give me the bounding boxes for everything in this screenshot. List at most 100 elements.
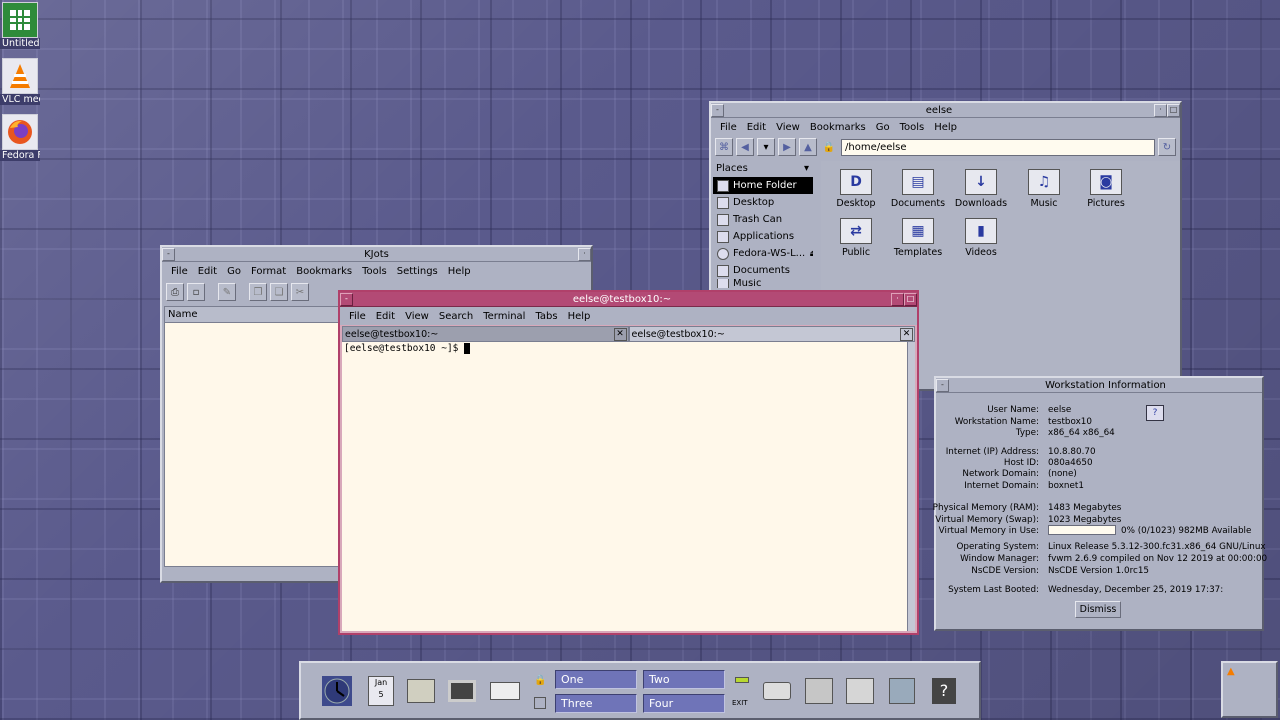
window-menu-button[interactable]: - xyxy=(340,292,353,306)
clock-icon[interactable] xyxy=(319,673,355,709)
terminal-scrollbar[interactable] xyxy=(907,342,915,631)
volume-widget[interactable]: ▲ xyxy=(1221,661,1278,718)
place-home-folder[interactable]: Home Folder xyxy=(713,177,813,194)
place-music[interactable]: Music xyxy=(713,279,813,288)
close-icon[interactable]: ✕ xyxy=(900,327,913,341)
maximize-button[interactable]: □ xyxy=(904,292,917,306)
menu-tabs[interactable]: Tabs xyxy=(530,311,562,322)
terminal-tab-2[interactable]: eelse@testbox10:~ ✕ xyxy=(628,326,915,342)
folder-desktop[interactable]: D Desktop xyxy=(825,169,887,209)
window-menu-button[interactable]: - xyxy=(936,378,949,392)
back-arrow-icon[interactable]: ◀ xyxy=(736,138,754,156)
menu-go[interactable]: Go xyxy=(222,266,246,277)
menu-view[interactable]: View xyxy=(400,311,434,322)
desktop-icon-firefox[interactable]: Fedora F xyxy=(0,114,40,161)
eject-icon[interactable]: ⏏ xyxy=(809,245,813,262)
minimize-button[interactable]: · xyxy=(578,247,591,261)
calendar-icon[interactable]: Jan 5 xyxy=(363,673,399,709)
menu-file[interactable]: File xyxy=(166,266,193,277)
menu-edit[interactable]: Edit xyxy=(371,311,400,322)
menu-help[interactable]: Help xyxy=(929,122,962,133)
menu-file[interactable]: File xyxy=(715,122,742,133)
info-value: 1023 Megabytes xyxy=(1048,515,1122,525)
cut-icon[interactable]: ✂ xyxy=(291,283,309,301)
folder-downloads[interactable]: ↓ Downloads xyxy=(950,169,1012,209)
terminal-titlebar[interactable]: - eelse@testbox10:~ · □ xyxy=(340,292,917,307)
menu-tools[interactable]: Tools xyxy=(895,122,930,133)
copy-icon[interactable]: ❐ xyxy=(249,283,267,301)
notebook-list[interactable]: Name xyxy=(164,306,344,567)
menu-settings[interactable]: Settings xyxy=(392,266,443,277)
menu-bookmarks[interactable]: Bookmarks xyxy=(805,122,871,133)
menu-help[interactable]: Help xyxy=(443,266,476,277)
desktop-icon-vlc[interactable]: VLC med xyxy=(0,58,40,105)
print-icon[interactable]: ⎙ xyxy=(166,283,184,301)
help-icon[interactable]: ? xyxy=(926,673,962,709)
exit-button[interactable]: EXIT xyxy=(732,699,748,707)
chevron-down-icon[interactable]: ▾ xyxy=(757,138,775,156)
delete-icon[interactable]: ✎ xyxy=(218,283,236,301)
menu-edit[interactable]: Edit xyxy=(193,266,222,277)
column-header-name[interactable]: Name xyxy=(165,307,343,323)
info-value: fvwm 2.6.9 compiled on Nov 12 2019 at 00… xyxy=(1048,554,1268,564)
place-applications[interactable]: Applications xyxy=(713,228,813,245)
pictures-folder-icon: ◙ xyxy=(1090,169,1122,195)
paste-icon[interactable]: ❏ xyxy=(270,283,288,301)
terminal-tab-1[interactable]: eelse@testbox10:~ ✕ xyxy=(342,326,629,342)
terminal-output[interactable]: [eelse@testbox10 ~]$ xyxy=(342,342,907,631)
menu-help[interactable]: Help xyxy=(563,311,596,322)
menu-tools[interactable]: Tools xyxy=(357,266,392,277)
go-icon[interactable]: ↻ xyxy=(1158,138,1176,156)
workspace-two[interactable]: Two xyxy=(643,670,725,689)
file-manager-titlebar[interactable]: - eelse · □ xyxy=(711,103,1180,118)
menu-search[interactable]: Search xyxy=(434,311,478,322)
applications-icon[interactable] xyxy=(884,673,920,709)
workspace-toggle-icon[interactable] xyxy=(534,697,546,709)
folder-videos[interactable]: ▮ Videos xyxy=(950,218,1012,258)
place-fedora-ws[interactable]: Fedora-WS-L...⏏ xyxy=(713,245,813,262)
lock-icon[interactable]: 🔒 xyxy=(534,675,546,686)
minimize-button[interactable]: · xyxy=(891,292,904,306)
minimize-button[interactable]: · xyxy=(1154,103,1167,117)
workstation-titlebar[interactable]: - Workstation Information xyxy=(936,378,1262,393)
kjots-titlebar[interactable]: - KJots · xyxy=(162,247,591,262)
menu-edit[interactable]: Edit xyxy=(742,122,771,133)
up-arrow-icon[interactable]: ▲ xyxy=(799,138,817,156)
folder-music[interactable]: ♫ Music xyxy=(1013,169,1075,209)
folder-documents[interactable]: ▤ Documents xyxy=(887,169,949,209)
info-value: 0% (0/1023) 982MB Available xyxy=(1121,526,1252,536)
folder-public[interactable]: ⇄ Public xyxy=(825,218,887,258)
places-header[interactable]: Places ▾ xyxy=(713,161,813,177)
location-field[interactable]: /home/eelse xyxy=(841,138,1155,156)
menu-view[interactable]: View xyxy=(771,122,805,133)
menu-terminal[interactable]: Terminal xyxy=(478,311,530,322)
folder-pictures[interactable]: ◙ Pictures xyxy=(1075,169,1137,209)
tools-icon[interactable] xyxy=(842,673,878,709)
settings-icon[interactable] xyxy=(801,673,837,709)
forward-arrow-icon[interactable]: ▶ xyxy=(778,138,796,156)
folder-templates[interactable]: ▦ Templates xyxy=(887,218,949,258)
network-icon[interactable]: ⌘ xyxy=(715,138,733,156)
file-manager-icon[interactable] xyxy=(403,673,439,709)
menu-go[interactable]: Go xyxy=(871,122,895,133)
workspace-three[interactable]: Three xyxy=(555,694,637,713)
workspace-four[interactable]: Four xyxy=(643,694,725,713)
desktop-icon-untitled[interactable]: Untitled xyxy=(0,2,40,49)
place-trash-can[interactable]: Trash Can xyxy=(713,211,813,228)
place-documents[interactable]: Documents xyxy=(713,262,813,279)
close-icon[interactable]: ✕ xyxy=(613,327,627,341)
menu-bookmarks[interactable]: Bookmarks xyxy=(291,266,357,277)
window-title: eelse@testbox10:~ xyxy=(572,293,672,305)
place-desktop[interactable]: Desktop xyxy=(713,194,813,211)
menu-file[interactable]: File xyxy=(344,311,371,322)
window-menu-button[interactable]: - xyxy=(711,103,724,117)
printer-icon[interactable] xyxy=(759,673,795,709)
new-page-icon[interactable]: ▫ xyxy=(187,283,205,301)
window-menu-button[interactable]: - xyxy=(162,247,175,261)
dismiss-button[interactable]: Dismiss xyxy=(1075,601,1121,618)
menu-format[interactable]: Format xyxy=(246,266,291,277)
mail-icon[interactable] xyxy=(487,673,523,709)
workspace-one[interactable]: One xyxy=(555,670,637,689)
maximize-button[interactable]: □ xyxy=(1167,103,1180,117)
terminal-icon[interactable] xyxy=(444,673,480,709)
